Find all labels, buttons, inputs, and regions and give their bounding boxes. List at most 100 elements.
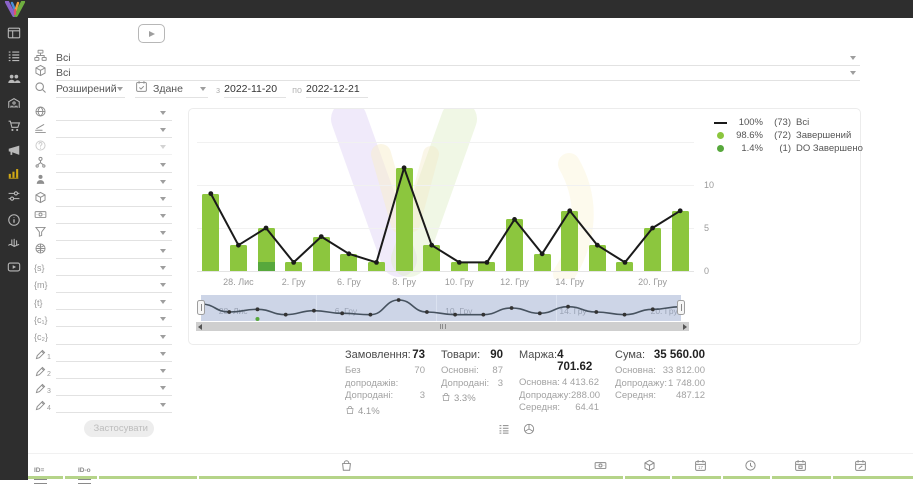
filter-select[interactable] xyxy=(56,347,172,362)
x-axis-label: 12. Гру xyxy=(500,277,529,287)
calendar-in-column-icon[interactable] xyxy=(794,459,807,477)
filter-select[interactable] xyxy=(56,158,172,173)
list-view-icon[interactable] xyxy=(498,422,510,440)
banknote-column-icon[interactable] xyxy=(594,459,607,477)
calendar-date-column-icon[interactable]: 17 xyxy=(694,459,707,477)
token-icon: {m} xyxy=(34,280,48,290)
stat-sub-label: Середня: xyxy=(615,390,656,403)
chart-navigator[interactable]: 28. Лис6. Гру10. Гру14. Гру20. Гру xyxy=(201,295,681,321)
clock-column-icon[interactable] xyxy=(744,459,757,477)
stat-sub-label: Допродажу: xyxy=(519,390,571,403)
filter-row-1 xyxy=(34,122,172,139)
sidebar-item-company[interactable] xyxy=(0,91,28,114)
filter-row-12: {c₁} xyxy=(34,311,172,328)
person-icon xyxy=(34,173,47,191)
stat-column-3: Сума:35 560.00Основна:33 812.00Допродажу… xyxy=(615,349,705,418)
filter-select[interactable] xyxy=(56,226,172,241)
navigator-line xyxy=(201,295,681,321)
chevron-down-icon xyxy=(160,317,166,321)
filter-select[interactable] xyxy=(56,295,172,310)
filter-row-14: 1 xyxy=(34,346,172,363)
column-gap xyxy=(63,476,65,479)
chevron-down-icon xyxy=(160,352,166,356)
filter-select[interactable] xyxy=(56,330,172,345)
navigator-handle-left[interactable] xyxy=(197,300,205,315)
funnel-icon xyxy=(34,225,47,243)
filter-select[interactable] xyxy=(56,261,172,276)
scroll-right-arrow[interactable] xyxy=(683,324,687,330)
filter-select[interactable] xyxy=(56,209,172,224)
legend-swatch xyxy=(711,145,729,152)
filter-select[interactable] xyxy=(56,106,172,121)
filter-select[interactable] xyxy=(56,175,172,190)
bag-column-icon[interactable] xyxy=(340,459,353,477)
sidebar-item-analytics[interactable] xyxy=(0,161,28,184)
legend-item-2[interactable]: 1.4% (1) DO Завершено xyxy=(711,142,863,155)
date-from-input[interactable]: 2022-11-20 xyxy=(224,81,286,98)
apply-button-label: Застосувати xyxy=(94,423,148,434)
y-axis-tick: 0 xyxy=(704,266,709,276)
legend-item-1[interactable]: 98.6% (72) Завершений xyxy=(711,129,863,142)
sidebar-item-orders[interactable] xyxy=(0,44,28,67)
package-icon xyxy=(34,64,47,82)
chart-icon xyxy=(90,424,91,433)
legend-count: (1) xyxy=(763,143,791,154)
stat-title: Сума: xyxy=(615,349,645,361)
group-select-value: Всі xyxy=(56,52,71,64)
calendar-edit-column-icon[interactable] xyxy=(854,459,867,477)
sidebar-item-settings[interactable] xyxy=(0,185,28,208)
sidebar-item-hand[interactable] xyxy=(0,232,28,255)
filter-select[interactable] xyxy=(56,398,172,413)
filter-row-5 xyxy=(34,191,172,208)
filter-select[interactable] xyxy=(56,364,172,379)
sidebar xyxy=(0,18,28,480)
column-gap xyxy=(197,476,199,479)
pencil-icon: 3 xyxy=(34,382,51,395)
stat-sub-value: 3 xyxy=(498,378,503,391)
filter-select[interactable] xyxy=(56,278,172,293)
token-icon: {s} xyxy=(34,263,45,273)
date-to-label: по xyxy=(292,85,302,95)
chevron-down-icon xyxy=(160,335,166,339)
column-gap xyxy=(97,476,99,479)
x-axis-label: 20. Гру xyxy=(638,277,667,287)
legend-item-0[interactable]: 100% (73) Всі xyxy=(711,116,863,129)
date-field-value: Здане xyxy=(153,83,200,95)
apply-button[interactable]: Застосувати xyxy=(84,420,154,437)
sidebar-item-dashboard[interactable] xyxy=(0,21,28,44)
date-field-select[interactable]: Здане xyxy=(135,81,208,98)
filter-select[interactable] xyxy=(56,192,172,207)
chevron-down-icon xyxy=(160,111,166,115)
filter-select[interactable] xyxy=(56,123,172,138)
scroll-left-arrow[interactable] xyxy=(198,324,202,330)
group-select[interactable]: Всі xyxy=(56,50,860,66)
chevron-down-icon xyxy=(160,231,166,235)
chart-scrollbar[interactable] xyxy=(196,322,689,331)
chevron-down-icon xyxy=(850,56,856,60)
sidebar-item-info[interactable] xyxy=(0,208,28,231)
sidebar-item-cart[interactable] xyxy=(0,115,28,138)
filter-select[interactable] xyxy=(56,244,172,259)
help-icon xyxy=(34,139,47,157)
search-mode-select[interactable]: Розширений xyxy=(56,81,125,98)
chevron-down-icon xyxy=(160,163,166,167)
filter-select[interactable] xyxy=(56,140,172,155)
navigator-handle-right[interactable] xyxy=(677,300,685,315)
sidebar-item-marketing[interactable] xyxy=(0,138,28,161)
filter-row-product: Всі xyxy=(34,65,860,81)
filter-select[interactable] xyxy=(56,312,172,327)
stat-sub-value: 4 413.62 xyxy=(562,377,599,390)
filter-select[interactable] xyxy=(56,381,172,396)
product-view-icon[interactable] xyxy=(523,422,535,440)
stat-sub-label: Допродані: xyxy=(441,378,489,391)
stats-summary: Замовлення:73Без допродажів:70Допродані:… xyxy=(345,349,705,418)
date-to-input[interactable]: 2022-12-21 xyxy=(306,81,368,98)
sidebar-item-clients[interactable] xyxy=(0,68,28,91)
stat-column-0: Замовлення:73Без допродажів:70Допродані:… xyxy=(345,349,425,418)
video-tutorial-button[interactable] xyxy=(138,24,165,43)
stat-sub-value: 288.00 xyxy=(571,390,600,403)
package-column-icon[interactable] xyxy=(643,459,656,477)
sidebar-item-video[interactable] xyxy=(0,255,28,278)
product-select[interactable]: Всі xyxy=(56,65,860,81)
scrollbar-grip[interactable] xyxy=(440,324,446,329)
